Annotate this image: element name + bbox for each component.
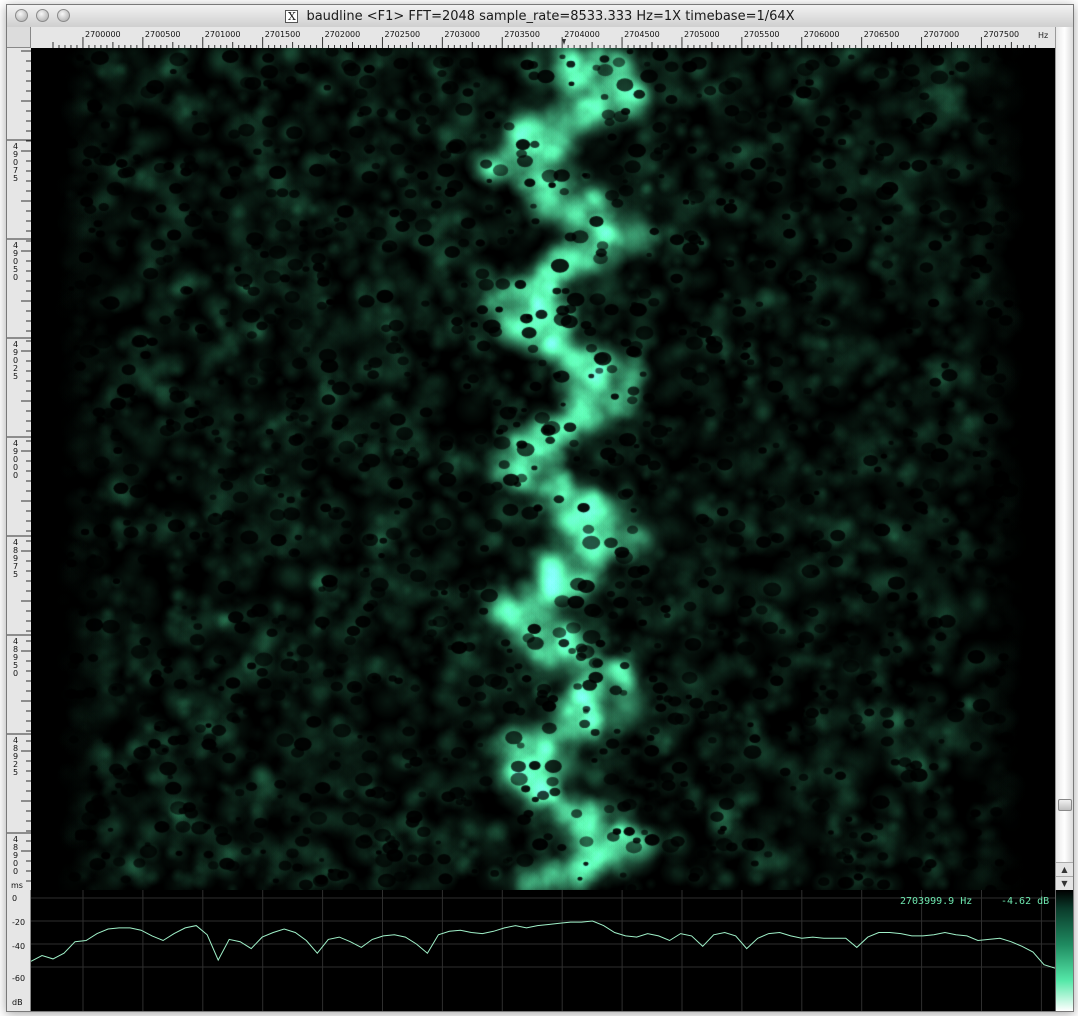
ruler-corner: [7, 27, 31, 48]
frequency-tick-label: 2700500: [145, 30, 181, 39]
time-tick-label: 49075: [13, 142, 18, 183]
frequency-tick-label: 2701500: [265, 30, 301, 39]
frequency-tick-label: 2707500: [984, 30, 1020, 39]
time-ruler[interactable]: 49075 49050 49025 49000 48975 48950 48925 48900…: [7, 48, 32, 890]
window-title: baudline <F1> FFT=2048 sample_rate=8533.…: [306, 8, 795, 24]
frequency-tick-label: 2707000: [924, 30, 960, 39]
x11-logo-icon: X: [285, 9, 299, 23]
scrollbar-thumb[interactable]: [1058, 799, 1072, 811]
db-ruler[interactable]: 0 -20 -40 -60 dB: [7, 890, 31, 1011]
time-tick-label: 48950: [13, 637, 18, 678]
time-tick-label: 48975: [13, 538, 18, 579]
db-label: 0: [12, 894, 18, 903]
frequency-tick-label: 2702000: [325, 30, 361, 39]
scroll-down-arrow-icon[interactable]: ▼: [1056, 876, 1073, 891]
frequency-tick-label: 2703500: [504, 30, 540, 39]
frequency-tick-label: 2706500: [864, 30, 900, 39]
db-label: -60: [12, 974, 26, 983]
spectrum-svg: [30, 890, 1056, 1011]
frequency-tick-label: 2700000: [85, 30, 121, 39]
frequency-tick-label: 2706000: [804, 30, 840, 39]
time-tick-label: 48925: [13, 736, 18, 777]
time-tick-label: 49000: [13, 439, 18, 480]
title-bar[interactable]: X baudline <F1> FFT=2048 sample_rate=853…: [7, 5, 1073, 28]
spectrum-display[interactable]: [30, 890, 1056, 1011]
frequency-unit-label: Hz: [1038, 31, 1049, 40]
vertical-scrollbar[interactable]: ▲ ▼: [1055, 27, 1073, 891]
spectrogram-display[interactable]: [31, 48, 1055, 890]
spectrum-trace: [30, 920, 1056, 969]
db-label: -20: [12, 918, 26, 927]
frequency-tick-label: 2704000: [564, 30, 600, 39]
time-tick-label: 49050: [13, 241, 18, 282]
frequency-tick-label: 2701000: [205, 30, 241, 39]
db-unit-label: dB: [12, 998, 23, 1007]
frequency-tick-label: 2705000: [684, 30, 720, 39]
title-container: X baudline <F1> FFT=2048 sample_rate=853…: [7, 5, 1073, 27]
frequency-tick-label: 2702500: [385, 30, 421, 39]
scroll-up-arrow-icon[interactable]: ▲: [1056, 862, 1073, 877]
time-tick-label: 49025: [13, 340, 18, 381]
frequency-ruler[interactable]: 2700000 2700500 2701000 2701500 2702000 27025…: [31, 27, 1055, 49]
baudline-window: X baudline <F1> FFT=2048 sample_rate=853…: [6, 4, 1074, 1012]
color-aperture-bar[interactable]: [1055, 890, 1073, 1011]
time-tick-label: 48900: [13, 835, 18, 876]
frequency-tick-label: 2704500: [624, 30, 660, 39]
db-readout: -4.62 dB: [1001, 896, 1050, 907]
db-label: -40: [12, 942, 26, 951]
frequency-readout: 2703999.9 Hz: [900, 896, 973, 907]
time-unit-label: ms: [11, 881, 23, 890]
frequency-tick-label: 2703000: [444, 30, 480, 39]
spectrogram-canvas[interactable]: [31, 48, 1055, 890]
frequency-tick-label: 2705500: [744, 30, 780, 39]
frequency-ruler-svg: 2700000 2700500 2701000 2701500 2702000 27025…: [52, 30, 1036, 48]
time-ruler-svg: 4 9 0 7 5 4 9 0 5 0 4 9 0 2 5 4 9 0 0 0 4 8 9 7 5 4 8 9 5 0 4 8 9 2 5 4 8 9 0 0…: [7, 50, 31, 890]
